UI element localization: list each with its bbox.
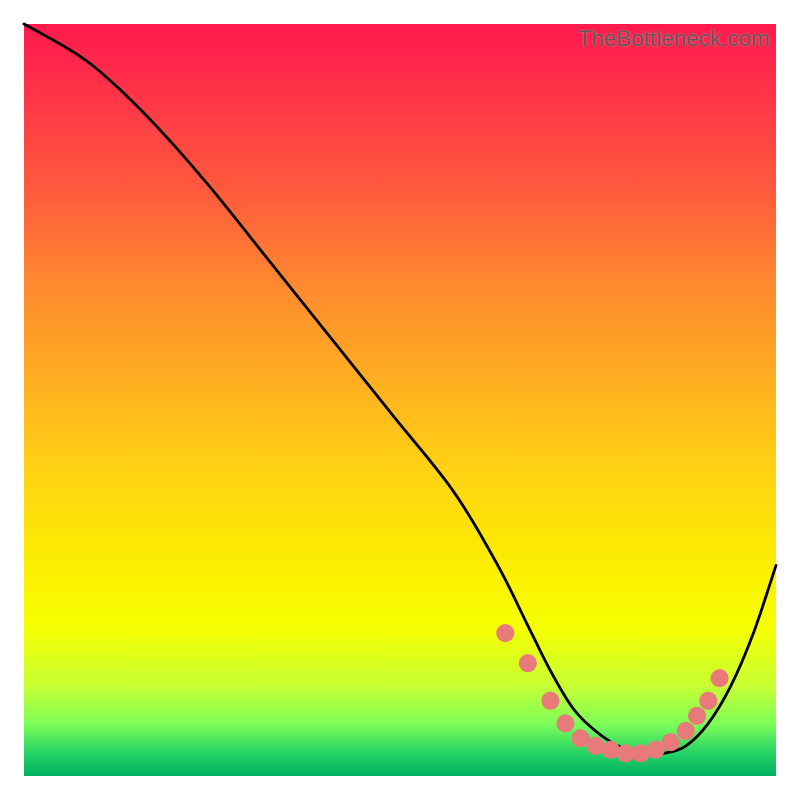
- bottleneck-curve: [24, 24, 776, 754]
- highlight-dot: [632, 744, 650, 762]
- highlight-dot: [711, 669, 729, 687]
- highlight-dot: [688, 707, 706, 725]
- highlight-dot: [602, 741, 620, 759]
- highlight-dot: [587, 737, 605, 755]
- plot-area: TheBottleneck.com: [24, 24, 776, 776]
- highlight-dot: [662, 733, 680, 751]
- watermark-text: TheBottleneck.com: [578, 26, 770, 52]
- highlight-dot: [556, 714, 574, 732]
- highlight-dot: [496, 624, 514, 642]
- highlight-dot: [677, 722, 695, 740]
- highlight-dot: [699, 692, 717, 710]
- highlight-dot: [541, 692, 559, 710]
- chart-container: TheBottleneck.com: [0, 0, 800, 800]
- highlight-dot: [519, 654, 537, 672]
- highlight-dots-group: [496, 624, 728, 762]
- chart-overlay-svg: [24, 24, 776, 776]
